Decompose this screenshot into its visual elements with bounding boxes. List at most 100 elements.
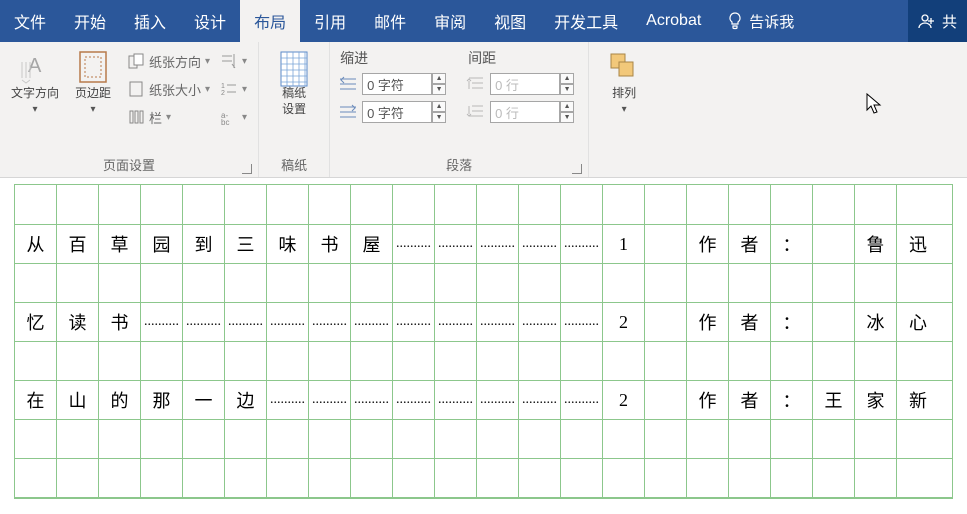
grid-cell — [771, 342, 813, 380]
mouse-cursor-icon — [865, 92, 885, 116]
indent-right-input[interactable]: ▲▼ — [362, 100, 452, 124]
tab-mailings[interactable]: 邮件 — [360, 0, 420, 42]
text-direction-button[interactable]: A 文字方向 ▾ — [8, 46, 62, 115]
space-after-field[interactable] — [490, 101, 560, 123]
manuscript-grid[interactable]: 从百草园到三味书屋...............................… — [14, 184, 953, 499]
margins-button[interactable]: 页边距 ▾ — [66, 46, 120, 115]
indent-left-field[interactable] — [362, 73, 432, 95]
grid-cell: 三 — [225, 225, 267, 263]
grid-cell — [225, 342, 267, 380]
chevron-down-icon: ▾ — [90, 104, 95, 115]
arrange-label: 排列 — [612, 86, 636, 102]
indent-right-icon — [338, 103, 358, 121]
grid-cell: .......... — [267, 303, 309, 341]
grid-cell — [855, 185, 897, 224]
indent-left-icon — [338, 75, 358, 93]
grid-cell — [855, 459, 897, 497]
spin-down-icon[interactable]: ▼ — [432, 84, 446, 95]
grid-cell: .......... — [393, 225, 435, 263]
grid-cell — [57, 264, 99, 302]
grid-cell — [393, 264, 435, 302]
grid-cell — [393, 342, 435, 380]
spin-up-icon[interactable]: ▲ — [432, 101, 446, 112]
grid-cell — [771, 420, 813, 458]
size-button[interactable]: 纸张大小 ▾ — [124, 76, 213, 102]
tab-file[interactable]: 文件 — [0, 0, 60, 42]
grid-cell — [309, 342, 351, 380]
grid-cell: ： — [771, 303, 813, 341]
grid-cell — [435, 185, 477, 224]
space-after-icon — [466, 103, 486, 121]
grid-cell — [351, 420, 393, 458]
grid-cell — [477, 420, 519, 458]
grid-cell — [393, 459, 435, 497]
spin-down-icon[interactable]: ▼ — [432, 112, 446, 123]
tell-me-search[interactable]: 告诉我 — [715, 0, 806, 42]
grid-cell — [813, 225, 855, 263]
grid-cell: .......... — [435, 225, 477, 263]
indent-left-input[interactable]: ▲▼ — [362, 72, 452, 96]
hyphenation-button[interactable]: a-bc ▾ — [217, 104, 250, 130]
grid-cell — [729, 459, 771, 497]
space-before-input[interactable]: ▲▼ — [490, 72, 580, 96]
grid-row: 从百草园到三味书屋...............................… — [15, 225, 952, 264]
dialog-launcher-icon[interactable] — [572, 164, 582, 174]
arrange-button[interactable]: 排列 ▾ — [597, 46, 651, 115]
spin-down-icon[interactable]: ▼ — [560, 84, 574, 95]
space-before-field[interactable] — [490, 73, 560, 95]
grid-cell: 冰 — [855, 303, 897, 341]
grid-cell — [393, 185, 435, 224]
share-button[interactable]: 共 — [908, 0, 967, 42]
grid-cell — [855, 420, 897, 458]
grid-cell — [561, 459, 603, 497]
grid-cell — [813, 420, 855, 458]
grid-cell — [603, 185, 645, 224]
orientation-icon — [127, 52, 145, 70]
spin-up-icon[interactable]: ▲ — [560, 73, 574, 84]
grid-cell — [477, 342, 519, 380]
grid-cell — [99, 264, 141, 302]
tab-layout[interactable]: 布局 — [240, 0, 300, 42]
grid-cell — [309, 420, 351, 458]
spin-down-icon[interactable]: ▼ — [560, 112, 574, 123]
tab-design[interactable]: 设计 — [180, 0, 240, 42]
writing-paper-button[interactable]: 稿纸 设置 — [267, 46, 321, 117]
grid-cell — [57, 420, 99, 458]
tab-home[interactable]: 开始 — [60, 0, 120, 42]
orientation-button[interactable]: 纸张方向 ▾ — [124, 48, 213, 74]
grid-cell — [687, 264, 729, 302]
grid-cell: 心 — [897, 303, 939, 341]
arrange-icon — [607, 50, 641, 84]
columns-button[interactable]: 栏 ▾ — [124, 104, 213, 130]
tab-references[interactable]: 引用 — [300, 0, 360, 42]
grid-cell: 的 — [99, 381, 141, 419]
tab-review[interactable]: 审阅 — [420, 0, 480, 42]
grid-cell — [351, 342, 393, 380]
chevron-down-icon: ▾ — [205, 56, 210, 67]
grid-cell — [141, 264, 183, 302]
spin-up-icon[interactable]: ▲ — [432, 73, 446, 84]
grid-cell — [225, 420, 267, 458]
grid-row — [15, 459, 952, 498]
orientation-label: 纸张方向 — [149, 52, 201, 71]
spin-up-icon[interactable]: ▲ — [560, 101, 574, 112]
dialog-launcher-icon[interactable] — [242, 164, 252, 174]
grid-cell — [519, 342, 561, 380]
line-numbers-button[interactable]: 12 ▾ — [217, 76, 250, 102]
grid-cell — [771, 459, 813, 497]
grid-cell — [687, 420, 729, 458]
grid-cell: .......... — [225, 303, 267, 341]
columns-icon — [127, 108, 145, 126]
tab-developer[interactable]: 开发工具 — [540, 0, 632, 42]
chevron-down-icon: ▾ — [166, 112, 171, 123]
space-after-input[interactable]: ▲▼ — [490, 100, 580, 124]
breaks-button[interactable]: ▾ — [217, 48, 250, 74]
ribbon-tabs-bar: 文件 开始 插入 设计 布局 引用 邮件 审阅 视图 开发工具 Acrobat … — [0, 0, 967, 42]
grid-row — [15, 264, 952, 303]
tab-view[interactable]: 视图 — [480, 0, 540, 42]
tab-insert[interactable]: 插入 — [120, 0, 180, 42]
indent-right-field[interactable] — [362, 101, 432, 123]
grid-cell — [15, 459, 57, 497]
tab-acrobat[interactable]: Acrobat — [632, 0, 715, 42]
grid-cell — [309, 459, 351, 497]
